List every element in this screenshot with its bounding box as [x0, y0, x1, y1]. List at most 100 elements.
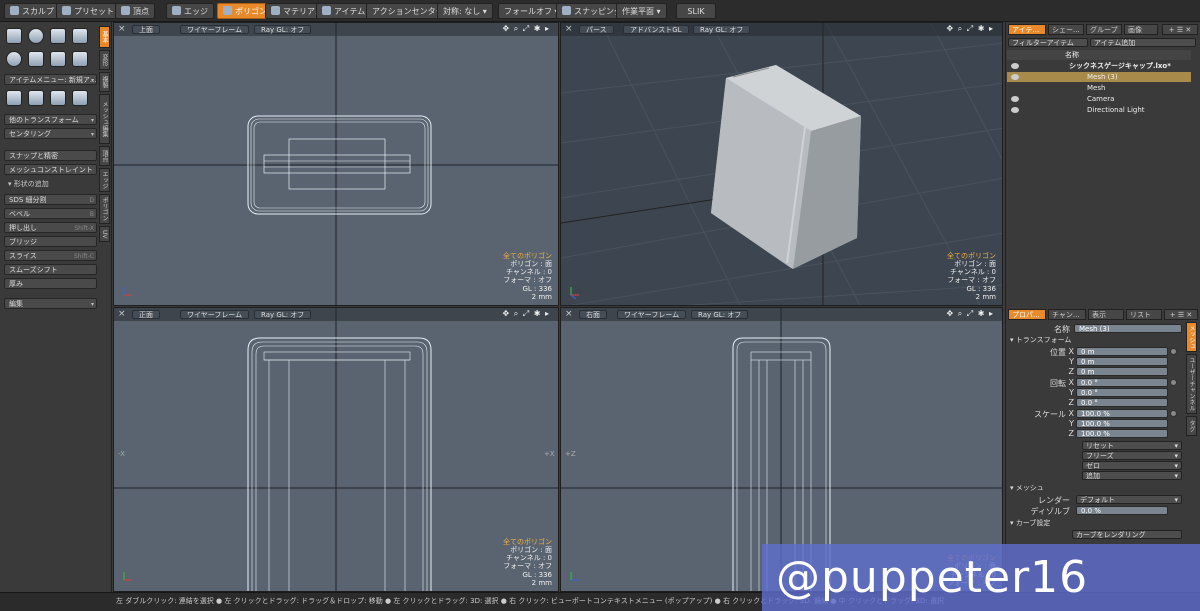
text-tool-icon[interactable]: [72, 51, 88, 67]
scale-x-field[interactable]: 100.0 %: [1076, 409, 1168, 418]
rotation-z-field[interactable]: 0.0 °: [1076, 398, 1168, 407]
rotation-x-field[interactable]: 0.0 °: [1076, 378, 1168, 387]
mesh-section[interactable]: ▾ メッシュ: [1010, 483, 1044, 493]
tab-groups[interactable]: グループ: [1086, 24, 1122, 35]
cylinder-tool-icon[interactable]: [50, 28, 66, 44]
tree-item-mesh3[interactable]: Mesh (3): [1007, 72, 1191, 82]
mesh-constraint-button[interactable]: メッシュコンストレイント: [4, 164, 97, 175]
visibility-eye-icon[interactable]: [1011, 96, 1019, 102]
tool-extrude[interactable]: 押し出し Shift-X: [4, 222, 97, 233]
sphere-tool-icon[interactable]: [28, 28, 44, 44]
tool-bridge[interactable]: ブリッジ: [4, 236, 97, 247]
vertex-mode-button[interactable]: 頂点: [115, 3, 155, 19]
add-item-dropdown[interactable]: アイテム追加: [1090, 38, 1196, 47]
rotation-y-field[interactable]: 0.0 °: [1076, 388, 1168, 397]
raygl-dropdown[interactable]: Ray GL: オフ: [693, 25, 751, 34]
plane-tool-icon[interactable]: [50, 51, 66, 67]
name-field[interactable]: Mesh (3): [1074, 324, 1182, 333]
animate-dot-icon[interactable]: [1170, 410, 1177, 417]
panel-menu-icons[interactable]: + ☰ ✕: [1162, 24, 1198, 35]
viewport-close-icon[interactable]: ×: [565, 309, 573, 319]
shading-mode-dropdown[interactable]: ワイヤーフレーム: [180, 310, 250, 319]
view-type-dropdown[interactable]: 上面: [132, 25, 160, 34]
vtab-user-channels[interactable]: ユーザーチャンネル: [1186, 354, 1197, 414]
tool-bevel[interactable]: ベベル B: [4, 208, 97, 219]
work-plane-dropdown[interactable]: 作業平面 ▾: [616, 3, 667, 19]
add-shape-header[interactable]: ▾ 形状の追加: [4, 179, 97, 190]
tree-item-scene[interactable]: シックネスゲージキャップ.lxo*: [1007, 61, 1191, 71]
tab-properties[interactable]: プロパ...: [1008, 309, 1046, 320]
other-transform-dropdown[interactable]: 他のトランスフォーム ▾: [4, 114, 97, 125]
shading-mode-dropdown[interactable]: ワイヤーフレーム: [617, 310, 687, 319]
vtab-tags[interactable]: タグ: [1186, 416, 1197, 436]
viewport-nav-icons[interactable]: ✥ ⌕ ⤢ ✱ ▸: [503, 309, 550, 319]
tab-items[interactable]: アイテ...: [1008, 24, 1046, 35]
cone-tool-icon[interactable]: [72, 28, 88, 44]
vtab-vertex[interactable]: 頂点: [99, 146, 110, 166]
vtab-deform[interactable]: 変形: [99, 50, 110, 70]
viewport-close-icon[interactable]: ×: [118, 24, 126, 34]
centering-dropdown[interactable]: センタリング ▾: [4, 128, 97, 139]
viewport-nav-icons[interactable]: ✥ ⌕ ⤢ ✱ ▸: [947, 24, 994, 34]
visibility-eye-icon[interactable]: [1011, 74, 1019, 80]
tab-shader[interactable]: シェー...: [1048, 24, 1084, 35]
edge-mode-button[interactable]: エッジ: [166, 3, 214, 19]
scale-z-field[interactable]: 100.0 %: [1076, 429, 1168, 438]
tool-smooth-shift[interactable]: スムーズシフト: [4, 264, 97, 275]
item-mode-button[interactable]: アイテム: [316, 3, 372, 19]
tab-display[interactable]: 表示: [1088, 309, 1124, 320]
torus-tool-icon[interactable]: [6, 51, 22, 67]
add-dropdown[interactable]: 追加 ▾: [1082, 471, 1182, 480]
animate-dot-icon[interactable]: [1170, 379, 1177, 386]
curve-settings-section[interactable]: ▾ カーブ設定: [1010, 518, 1050, 528]
vtab-mesh[interactable]: メッシュ: [1186, 322, 1197, 352]
dissolve-field[interactable]: 0.0 %: [1076, 506, 1168, 515]
filter-items-dropdown[interactable]: フィルターアイテム: [1008, 38, 1088, 47]
item-menu-dropdown[interactable]: アイテムメニュー: 新規ア... ▾: [4, 74, 97, 85]
tree-item-camera[interactable]: Camera: [1007, 94, 1191, 104]
raygl-dropdown[interactable]: Ray GL: オフ: [254, 310, 312, 319]
visibility-eye-icon[interactable]: [1011, 107, 1019, 113]
tool-thicken[interactable]: 厚み: [4, 278, 97, 289]
vtab-polygon[interactable]: ポリゴン: [99, 194, 110, 224]
transform-tool-icon[interactable]: [72, 90, 88, 106]
shading-mode-dropdown[interactable]: アドバンストGL: [623, 25, 689, 34]
reset-dropdown[interactable]: リセット ▾: [1082, 441, 1182, 450]
viewport-close-icon[interactable]: ×: [118, 309, 126, 319]
shading-mode-dropdown[interactable]: ワイヤーフレーム: [180, 25, 250, 34]
zero-dropdown[interactable]: ゼロ ▾: [1082, 461, 1182, 470]
capsule-tool-icon[interactable]: [28, 51, 44, 67]
symmetry-dropdown[interactable]: 対称: なし ▾: [437, 3, 493, 19]
preset-button[interactable]: プリセット: [56, 3, 120, 19]
tab-list[interactable]: リスト: [1126, 309, 1162, 320]
cube-tool-icon[interactable]: [6, 28, 22, 44]
position-z-field[interactable]: 0 m: [1076, 367, 1168, 376]
slik-button[interactable]: SLIK: [676, 3, 716, 19]
tool-sds-subdivide[interactable]: SDS 細分割 D: [4, 194, 97, 205]
viewport-nav-icons[interactable]: ✥ ⌕ ⤢ ✱ ▸: [503, 24, 550, 34]
panel-menu-icons[interactable]: + ☰ ✕: [1164, 309, 1198, 320]
viewport-perspective[interactable]: × パース アドバンストGL Ray GL: オフ ✥ ⌕ ⤢ ✱ ▸ 全てのポ…: [560, 22, 1003, 306]
vtab-basic[interactable]: 基本: [99, 26, 110, 48]
tree-item-mesh[interactable]: Mesh: [1007, 83, 1191, 93]
tab-images[interactable]: 画像: [1124, 24, 1158, 35]
snap-precise-button[interactable]: スナップと精密: [4, 150, 97, 161]
position-y-field[interactable]: 0 m: [1076, 357, 1168, 366]
viewport-front[interactable]: -X +X × 正面 ワイヤーフレーム Ray GL: オフ ✥ ⌕ ⤢ ✱ ▸…: [113, 307, 559, 592]
freeze-dropdown[interactable]: フリーズ ▾: [1082, 451, 1182, 460]
vtab-uv[interactable]: UV: [99, 226, 110, 242]
tab-channels[interactable]: チャン...: [1048, 309, 1086, 320]
viewport-nav-icons[interactable]: ✥ ⌕ ⤢ ✱ ▸: [947, 309, 994, 319]
animate-dot-icon[interactable]: [1170, 348, 1177, 355]
move-tool-icon[interactable]: [6, 90, 22, 106]
raygl-dropdown[interactable]: Ray GL: オフ: [254, 25, 312, 34]
render-dropdown[interactable]: デフォルト ▾: [1076, 495, 1182, 504]
raygl-dropdown[interactable]: Ray GL: オフ: [691, 310, 749, 319]
vtab-edge[interactable]: エッジ: [99, 168, 110, 192]
vtab-mesh-edit[interactable]: メッシュ編集: [99, 94, 110, 144]
vtab-duplicate[interactable]: 複製: [99, 72, 110, 92]
render-curves-checkbox[interactable]: カーブをレンダリング: [1072, 530, 1182, 539]
viewport-close-icon[interactable]: ×: [565, 24, 573, 34]
falloff-dropdown[interactable]: フォールオフ ▾: [498, 3, 565, 19]
visibility-eye-icon[interactable]: [1011, 63, 1019, 69]
